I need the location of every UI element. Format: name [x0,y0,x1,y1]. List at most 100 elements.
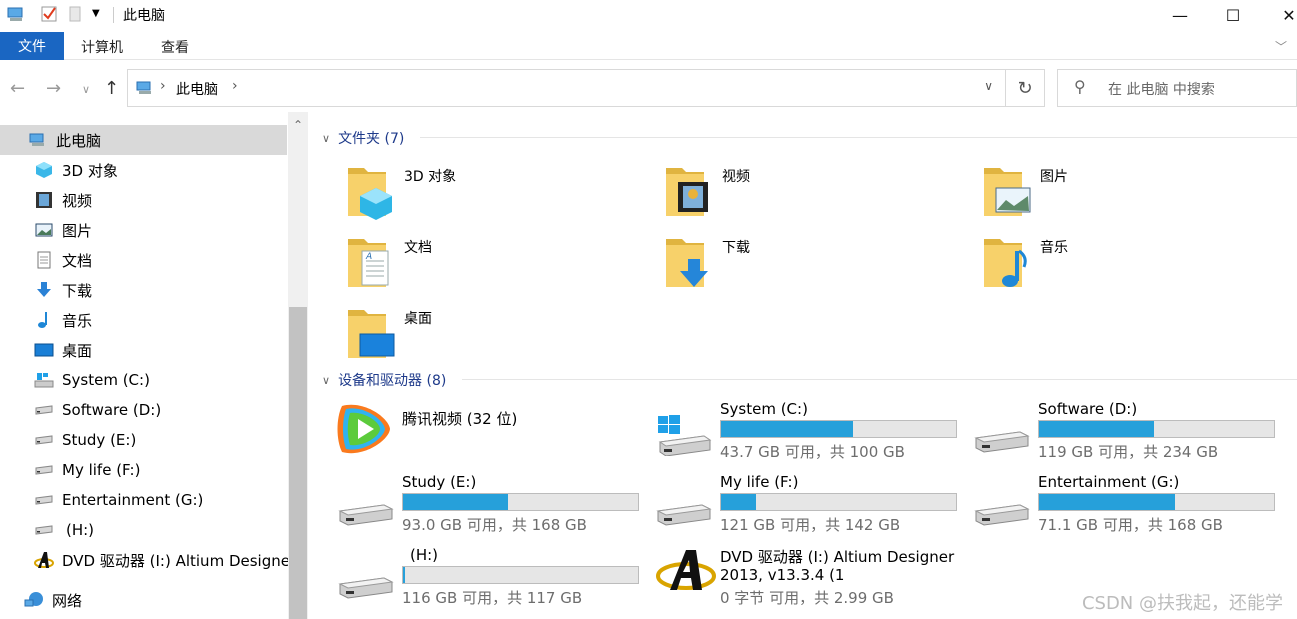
folder-icon [664,231,712,289]
tencent-video-item[interactable]: 腾讯视频 (32 位) [334,400,594,460]
altium-icon [656,546,716,596]
forward-arrow-icon[interactable]: → [46,78,61,99]
nav-item[interactable]: 桌面 [34,338,92,362]
nav-item[interactable]: 此电脑 [28,128,101,152]
nav-item[interactable]: 音乐 [34,308,92,332]
drive-usage-bar [1038,493,1275,511]
nav-item-label: 图片 [62,221,93,240]
breadcrumb-this-pc[interactable]: 此电脑 [176,79,218,99]
drive-tile[interactable]: System (C:) 43.7 GB 可用，共 100 GB [656,400,957,466]
ribbon-expand-icon[interactable]: ﹀ [1275,38,1287,55]
folder-icon [982,160,1031,218]
folders-group-header[interactable]: ∨ 文件夹 (7) [322,128,404,148]
nav-item[interactable]: 3D 对象 [34,158,118,182]
nav-item[interactable]: DVD 驱动器 (I:) Altium Designer [34,548,296,572]
network-icon [24,591,44,609]
nav-item[interactable]: 网络 [24,588,82,612]
nav-item[interactable]: 图片 [34,218,92,242]
scroll-thumb[interactable] [289,307,307,619]
new-folder-icon[interactable] [68,5,82,27]
folder-tile[interactable]: 下载 [642,231,902,295]
tab-view[interactable]: 查看 [161,37,189,57]
address-bar[interactable]: › 此电脑 › ∨ [127,69,1006,107]
windows-drive-icon [34,372,54,388]
drive-usage-fill [721,421,854,437]
nav-item-label: 3D 对象 [62,161,118,180]
folder-tile[interactable]: A 文档 [324,231,584,295]
scroll-up-icon[interactable]: ⌃ [288,118,308,132]
dvd-drive-item[interactable]: DVD 驱动器 (I:) Altium Designer 2013, v13.3… [656,546,976,608]
folder-icon: A [346,231,394,289]
computer-icon [6,5,26,27]
nav-item[interactable]: Study (E:) [34,428,136,452]
navigation-pane[interactable]: 此电脑 3D 对象视频图片文档下载音乐桌面 System (C:) Software … [0,112,296,619]
drive-space-info: 43.7 GB 可用，共 100 GB [720,443,905,461]
nav-item-label: 桌面 [62,341,93,360]
drive-name: Software (D:) [1038,400,1138,418]
tab-file[interactable]: 文件 [0,32,64,60]
dvd-drive-info: 0 字节 可用，共 2.99 GB [720,589,894,607]
drive-tile[interactable]: (H:) 116 GB 可用，共 117 GB [338,546,639,612]
drive-usage-bar [720,420,957,438]
search-box[interactable]: ⚲ 在 此电脑 中搜索 [1057,69,1297,107]
drive-tile[interactable]: Study (E:) 93.0 GB 可用，共 168 GB [338,473,639,539]
drive-icon [34,404,54,416]
breadcrumb-chevron-icon[interactable]: › [232,78,238,94]
folder-tile[interactable]: 音乐 [960,231,1220,295]
refresh-button[interactable]: ↻ [1005,69,1045,107]
folder-label: 3D 对象 [404,169,457,185]
drives-group-title: 设备和驱动器 (8) [338,373,447,389]
title-bar: ▼ 此电脑 — ☐ ✕ [0,0,1297,30]
nav-item-label: 下载 [62,281,93,300]
folder-tile[interactable]: 3D 对象 [324,160,584,224]
folder-label: 下载 [722,240,750,256]
drive-usage-bar [1038,420,1275,438]
nav-item[interactable]: 下载 [34,278,92,302]
folder-label: 桌面 [404,311,432,327]
drive-usage-fill [1039,421,1155,437]
up-arrow-icon[interactable]: ↑ [104,78,119,99]
nav-item[interactable]: Software (D:) [34,398,161,422]
drive-space-info: 121 GB 可用，共 142 GB [720,516,901,534]
window-title: 此电脑 [123,8,165,24]
folder-tile[interactable]: 视频 [642,160,902,224]
folder-tile[interactable]: 图片 [960,160,1220,224]
folder-icon [346,160,394,220]
collapse-chevron-icon[interactable]: ∨ [322,132,330,145]
nav-scrollbar[interactable]: ⌃ [288,112,308,619]
drive-name: (H:) [410,546,439,564]
nav-item[interactable]: My life (F:) [34,458,140,482]
drive-tile[interactable]: Entertainment (G:) 71.1 GB 可用，共 168 GB [974,473,1275,539]
back-arrow-icon[interactable]: ← [10,78,25,99]
drive-space-info: 119 GB 可用，共 234 GB [1038,443,1219,461]
nav-item[interactable]: System (C:) [34,368,150,392]
drives-group-header[interactable]: ∨ 设备和驱动器 (8) [322,370,446,390]
minimize-button[interactable]: — [1151,0,1209,30]
drive-usage-fill [721,494,756,510]
tab-computer[interactable]: 计算机 [81,37,123,57]
collapse-chevron-icon[interactable]: ∨ [322,374,330,387]
altium-icon [34,551,54,569]
folder-tile[interactable]: 桌面 [324,302,584,366]
tencent-video-label: 腾讯视频 (32 位) [402,410,518,428]
nav-item[interactable]: Entertainment (G:) [34,488,203,512]
nav-item[interactable]: (H:) [34,518,94,542]
download-icon [34,281,54,299]
address-dropdown-icon[interactable]: ∨ [984,79,993,93]
drive-tile[interactable]: Software (D:) 119 GB 可用，共 234 GB [974,400,1275,466]
breadcrumb-chevron-icon[interactable]: › [160,78,166,94]
video-icon [34,191,54,209]
close-button[interactable]: ✕ [1260,0,1297,30]
maximize-button[interactable]: ☐ [1204,0,1262,30]
drive-icon [34,464,54,476]
qat-dropdown-icon[interactable]: ▼ [92,8,100,19]
computer-icon [136,80,154,100]
properties-icon[interactable] [40,5,58,27]
drive-tile[interactable]: My life (F:) 121 GB 可用，共 142 GB [656,473,957,539]
nav-item[interactable]: 视频 [34,188,92,212]
nav-item[interactable]: 文档 [34,248,92,272]
recent-locations-icon[interactable]: ∨ [82,83,90,96]
computer-icon [28,132,48,148]
drive-icon [34,494,54,506]
folder-label: 图片 [1040,169,1068,185]
